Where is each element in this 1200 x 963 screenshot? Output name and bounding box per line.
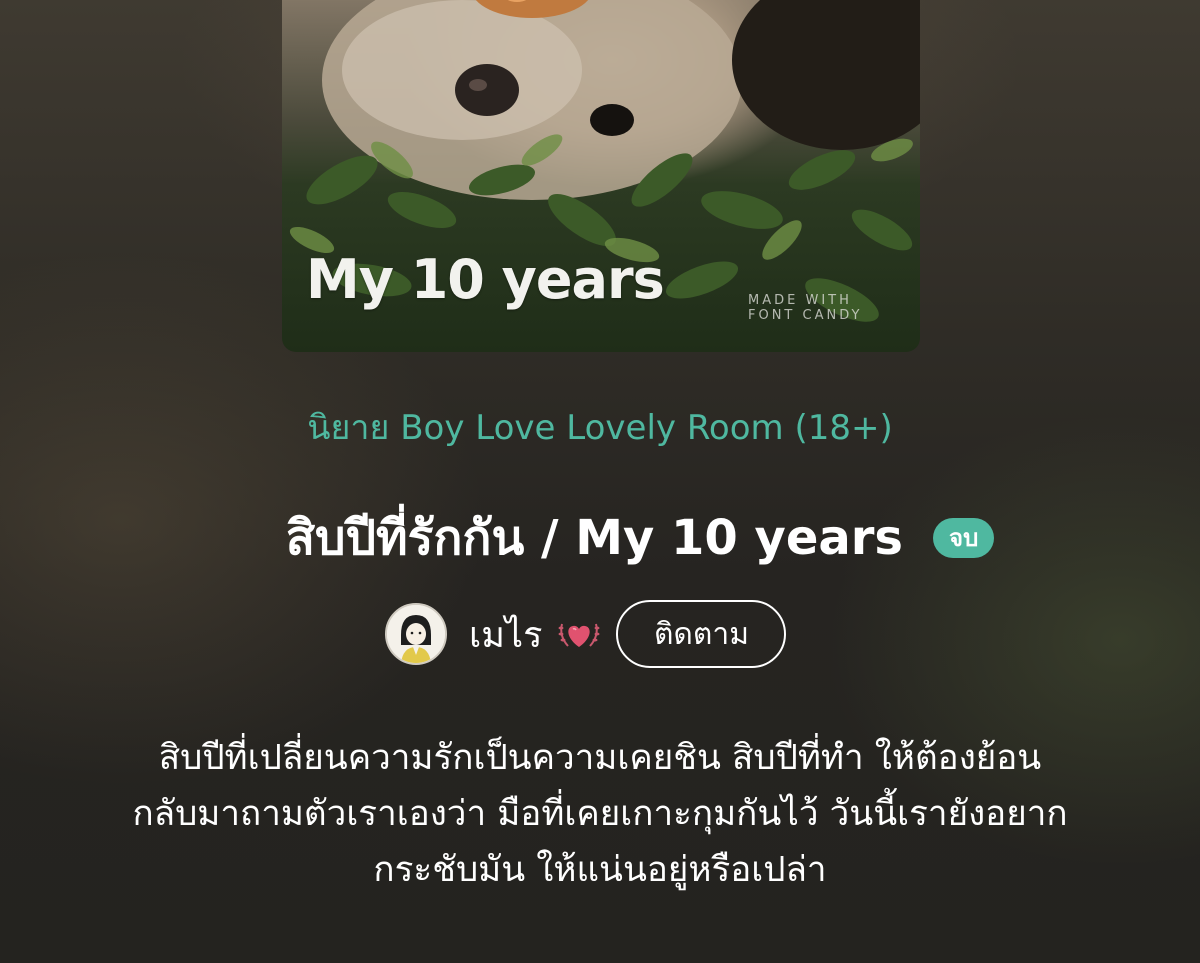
synopsis-line: กระชับมัน ให้แน่นอยู่หรือเปล่า [373,850,827,890]
author-row: เมไร ติดตาม [385,598,787,670]
heart-laurel-icon [558,623,600,647]
story-title: สิบปีที่รักกัน / My 10 years [285,510,903,566]
cover-credit-line-1: MADE WITH [748,293,852,308]
synopsis-line: กลับมาถามตัวเราเองว่า มือที่เคยเกาะกุมกั… [132,794,1068,834]
title-row: สิบปีที่รักกัน / My 10 years จบ [0,500,1200,576]
avatar-illustration-icon [387,605,445,663]
cover-image: My 10 years MADE WITH FONT CANDY [282,0,920,352]
synopsis: สิบปีที่เปลี่ยนความรักเป็นความเคยชิน สิบ… [40,730,1160,898]
status-badge: จบ [933,518,995,558]
follow-button[interactable]: ติดตาม [616,600,787,668]
category-link[interactable]: นิยาย Boy Love Lovely Room (18+) [0,400,1200,454]
synopsis-line: สิบปีที่เปลี่ยนความรักเป็นความเคยชิน สิบ… [158,738,1042,778]
cover-title-text: My 10 years [306,248,665,311]
author-avatar[interactable] [385,603,447,665]
cover-credit-line-2: FONT CANDY [748,308,863,323]
author-name[interactable]: เมไร [469,606,542,663]
cover-credit: MADE WITH FONT CANDY [748,293,908,323]
